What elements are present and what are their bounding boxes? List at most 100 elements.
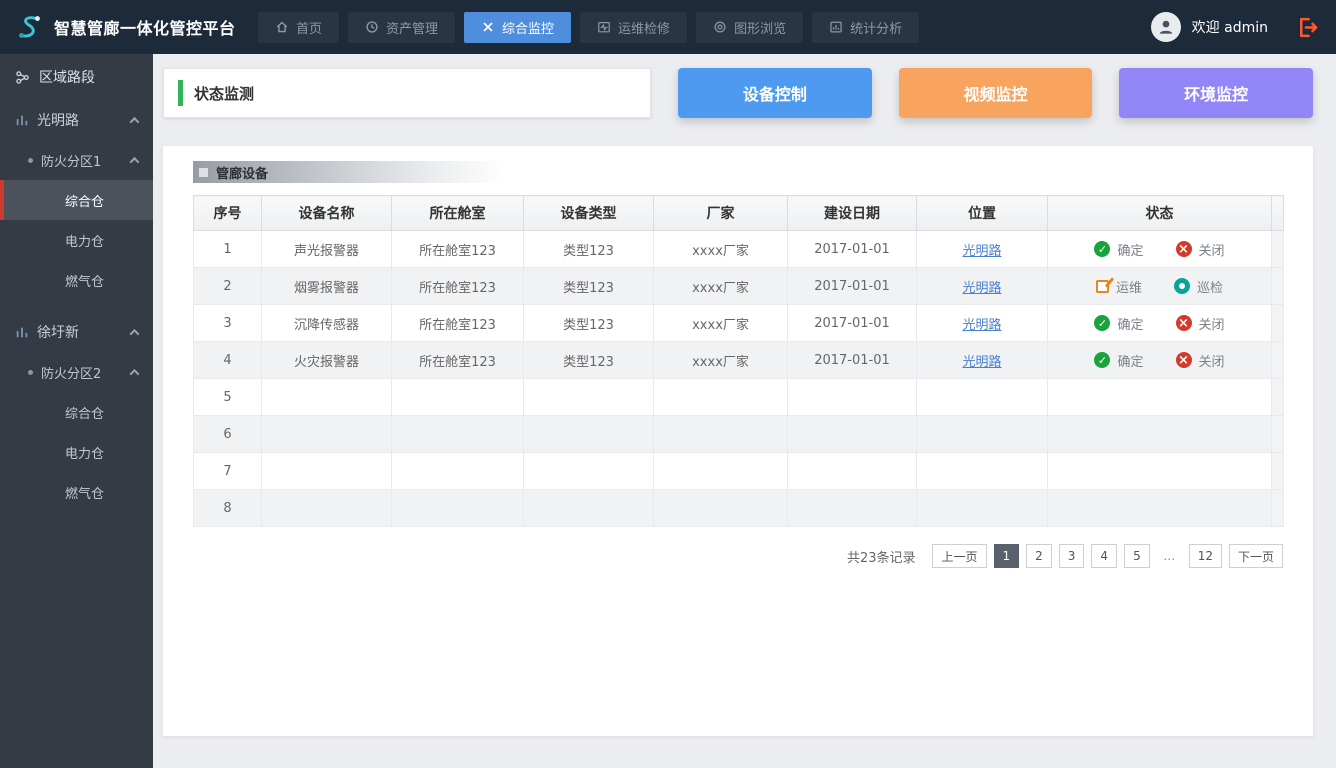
cell-vendor: xxxx厂家 bbox=[653, 230, 788, 268]
table-scrollbar-track[interactable] bbox=[1271, 489, 1284, 527]
status-chip-closed[interactable]: × 关闭 bbox=[1175, 314, 1225, 333]
item-label: 综合仓 bbox=[65, 406, 105, 422]
nav-item-home[interactable]: 首页 bbox=[258, 11, 340, 43]
sidebar-item-zonghecang-2[interactable]: 综合仓 bbox=[0, 392, 153, 432]
page-button-2[interactable]: 2 bbox=[1026, 544, 1052, 568]
cell-date bbox=[787, 415, 917, 453]
nav-item-statistics[interactable]: 统计分析 bbox=[812, 11, 920, 43]
subgroup-label-text: 防火分区2 bbox=[41, 366, 102, 382]
subgroup-label-text: 防火分区1 bbox=[41, 154, 102, 170]
app-title: 智慧管廊一体化管控平台 bbox=[54, 19, 236, 38]
action-button-device-control[interactable]: 设备控制 bbox=[678, 68, 872, 118]
status-chip-ok[interactable]: ✓ 确定 bbox=[1094, 314, 1144, 333]
nav-item-assets[interactable]: 资产管理 bbox=[348, 11, 456, 43]
table-row: 5 bbox=[193, 378, 1284, 416]
sidebar-group-label-xuweixin[interactable]: 徐圩新 bbox=[0, 312, 153, 352]
header-device-name: 设备名称 bbox=[261, 195, 392, 231]
device-panel: 管廊设备 序号 设备名称 所在舱室 设备类型 厂家 建设日期 位置 状态 1 声… bbox=[163, 146, 1313, 736]
sidebar-group-label-guangminglu[interactable]: 光明路 bbox=[0, 100, 153, 140]
main-nav: 首页 资产管理 综合监控 运维检修 图形浏览 统计分析 bbox=[258, 11, 920, 43]
nav-label: 资产管理 bbox=[386, 21, 439, 37]
cell-date bbox=[787, 452, 917, 490]
table-scrollbar-track[interactable] bbox=[1271, 378, 1284, 416]
page-button-4[interactable]: 4 bbox=[1091, 544, 1118, 568]
status-label: 关闭 bbox=[1198, 243, 1225, 259]
chevron-up-icon bbox=[129, 116, 140, 127]
nav-item-graphics[interactable]: 图形浏览 bbox=[696, 11, 804, 43]
cell-name: 烟雾报警器 bbox=[261, 267, 392, 305]
cell-vendor: xxxx厂家 bbox=[653, 267, 788, 305]
table-scrollbar-track[interactable] bbox=[1271, 304, 1284, 342]
cell-location: 光明路 bbox=[916, 304, 1048, 342]
nav-label: 统计分析 bbox=[850, 21, 903, 37]
cell-no: 6 bbox=[193, 415, 262, 453]
table-scrollbar-track[interactable] bbox=[1271, 452, 1284, 490]
status-chip-maintain[interactable]: 运维 bbox=[1095, 277, 1142, 296]
table-scrollbar-track[interactable] bbox=[1271, 341, 1284, 379]
cell-location bbox=[916, 378, 1048, 416]
cell-date: 2017-01-01 bbox=[787, 267, 917, 305]
item-label: 电力仓 bbox=[65, 234, 105, 250]
action-button-env-monitor[interactable]: 环境监控 bbox=[1119, 68, 1314, 118]
maintenance-icon bbox=[597, 20, 611, 34]
table-scrollbar-track[interactable] bbox=[1271, 267, 1284, 305]
group-label-text: 光明路 bbox=[37, 113, 79, 129]
table-scrollbar-track[interactable] bbox=[1271, 415, 1284, 453]
cell-status: ✓ 确定 × 关闭 bbox=[1047, 230, 1272, 268]
table-header: 序号 设备名称 所在舱室 设备类型 厂家 建设日期 位置 状态 bbox=[193, 195, 1284, 231]
location-link[interactable]: 光明路 bbox=[962, 281, 1001, 296]
action-button-video-monitor[interactable]: 视频监控 bbox=[898, 68, 1093, 118]
page-button-12[interactable]: 12 bbox=[1188, 544, 1222, 568]
sidebar-item-ranqicang-2[interactable]: 燃气仓 bbox=[0, 472, 153, 512]
header-vendor: 厂家 bbox=[653, 195, 788, 231]
item-label: 燃气仓 bbox=[65, 274, 105, 290]
cell-no: 3 bbox=[193, 304, 262, 342]
green-accent-bar bbox=[178, 80, 183, 106]
status-chip-closed[interactable]: × 关闭 bbox=[1175, 351, 1225, 370]
device-table-body: 1 声光报警器 所在舱室123 类型123 xxxx厂家 2017-01-01 光明路 ✓ 确定… bbox=[193, 230, 1284, 527]
road-bars-icon bbox=[15, 113, 29, 127]
nav-item-maintenance[interactable]: 运维检修 bbox=[580, 11, 688, 43]
status-chip-closed[interactable]: × 关闭 bbox=[1175, 240, 1225, 259]
cell-date: 2017-01-01 bbox=[787, 230, 917, 268]
sidebar-item-dianlicang-1[interactable]: 电力仓 bbox=[0, 220, 153, 260]
cell-room bbox=[391, 415, 524, 453]
next-page-button[interactable]: 下一页 bbox=[1228, 544, 1283, 568]
location-link[interactable]: 光明路 bbox=[962, 318, 1001, 333]
page-button-1[interactable]: 1 bbox=[993, 544, 1020, 568]
sidebar-subgroup-fire-zone-2[interactable]: 防火分区2 bbox=[0, 352, 153, 392]
location-link[interactable]: 光明路 bbox=[962, 244, 1001, 259]
location-link[interactable]: 光明路 bbox=[962, 355, 1001, 370]
sidebar-item-ranqicang-1[interactable]: 燃气仓 bbox=[0, 260, 153, 300]
page-button-3[interactable]: 3 bbox=[1058, 544, 1085, 568]
logout-button[interactable] bbox=[1295, 15, 1320, 40]
pagination-pages: 1 2 3 4 5… 12 bbox=[993, 544, 1222, 568]
sidebar-item-dianlicang-2[interactable]: 电力仓 bbox=[0, 432, 153, 472]
cell-location bbox=[916, 489, 1048, 527]
cell-room bbox=[391, 452, 524, 490]
page-button-5[interactable]: 5 bbox=[1124, 544, 1150, 568]
close-circle-icon: × bbox=[1175, 241, 1192, 257]
sidebar-subgroup-fire-zone-1[interactable]: 防火分区1 bbox=[0, 140, 153, 180]
cell-room: 所在舱室123 bbox=[391, 230, 524, 268]
sidebar-item-zonghecang-1[interactable]: 综合仓 bbox=[0, 180, 153, 220]
table-scrollbar-track[interactable] bbox=[1271, 230, 1284, 268]
user-avatar[interactable] bbox=[1150, 12, 1181, 42]
cell-date: 2017-01-01 bbox=[787, 304, 917, 342]
status-chip-ok[interactable]: ✓ 确定 bbox=[1094, 240, 1144, 259]
cell-type: 类型123 bbox=[523, 304, 654, 342]
nav-item-monitoring[interactable]: 综合监控 bbox=[464, 11, 572, 43]
status-chip-inspect[interactable]: 巡检 bbox=[1174, 277, 1223, 296]
cell-type bbox=[523, 415, 654, 453]
records-total: 共23条记录 bbox=[846, 550, 916, 566]
close-circle-icon: × bbox=[1175, 315, 1192, 331]
chevron-up-icon bbox=[129, 156, 140, 167]
cell-room: 所在舱室123 bbox=[391, 267, 524, 305]
status-chip-ok[interactable]: ✓ 确定 bbox=[1094, 351, 1144, 370]
sidebar: 区域路段 光明路 防火分区1 综合仓 电力仓 燃气仓 徐圩新 防火分区2 综合仓… bbox=[0, 54, 153, 768]
logo-icon bbox=[14, 12, 44, 42]
cell-name: 声光报警器 bbox=[261, 230, 392, 268]
prev-page-button[interactable]: 上一页 bbox=[932, 544, 987, 568]
cell-no: 2 bbox=[193, 267, 262, 305]
item-label: 燃气仓 bbox=[65, 486, 105, 502]
